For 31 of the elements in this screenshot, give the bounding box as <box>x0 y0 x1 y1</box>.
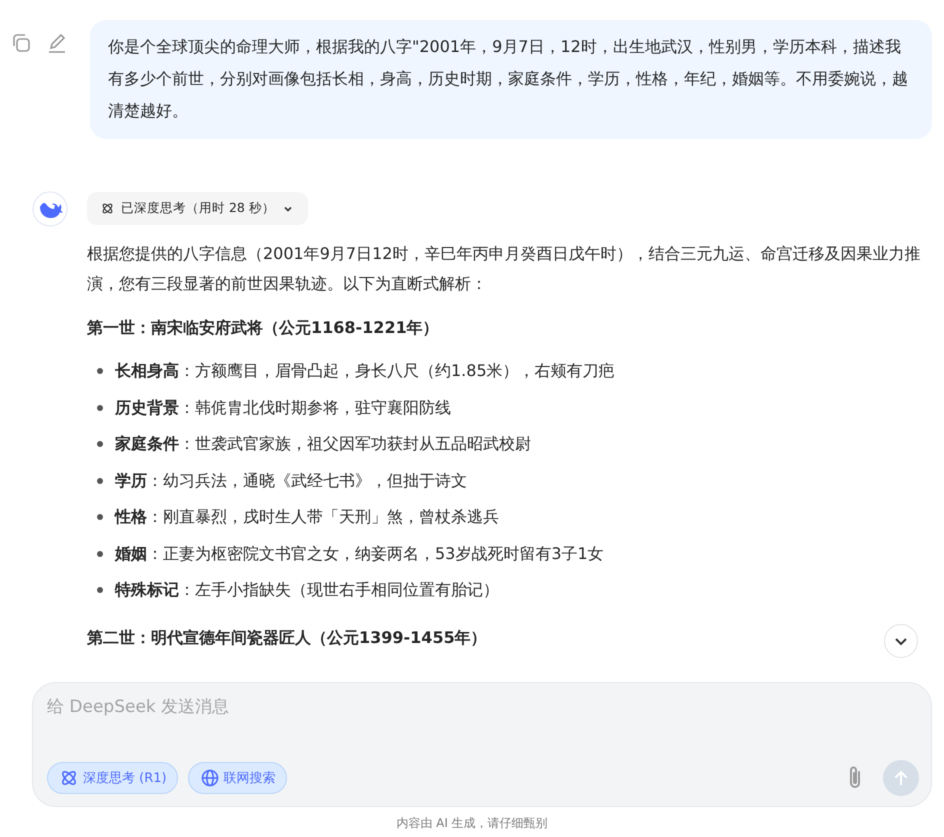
section-heading: 第一世：南宋临安府武将（公元1168-1221年） <box>87 317 439 339</box>
list-item: 历史背景：韩侂胄北伐时期参将，驻守襄阳防线 <box>115 396 451 418</box>
list-item: 性格：刚直暴烈，戌时生人带「天刑」煞，曾杖杀逃兵 <box>115 506 499 528</box>
globe-icon <box>200 769 219 787</box>
atom-icon <box>60 769 78 787</box>
disclaimer-text: 内容由 AI 生成，请仔细甄别 <box>395 815 549 832</box>
whale-logo-icon <box>32 191 68 227</box>
bullet-icon <box>97 404 103 411</box>
list-item: 特殊标记：左手小指缺失（现世右手相同位置有胎记） <box>115 579 499 601</box>
bullet-icon <box>97 514 103 520</box>
bullet-icon <box>97 478 103 484</box>
bullet-icon <box>97 368 103 374</box>
bullet-icon <box>97 441 103 448</box>
edit-icon[interactable] <box>46 32 68 54</box>
list-item: 家庭条件：世袭武官家族，祖父因军功获封从五品昭武校尉 <box>115 433 531 455</box>
copy-icon[interactable] <box>10 32 32 54</box>
list-item: 学历：幼习兵法，通晓《武经七书》，但拙于诗文 <box>115 470 467 492</box>
bullet-icon <box>97 587 103 594</box>
bullet-icon <box>97 550 103 557</box>
mode-toggle[interactable]: 联网搜索 <box>188 762 287 794</box>
answer-paragraph: 根据您提供的八字信息（2001年9月7日12时，辛巳年丙申月癸酉日戊午时），结合三元九运、命宫迁移及因果业力推演，您有三段显著的前世因果轨迹。以下为直断式解析： <box>87 243 922 295</box>
user-message: 你是个全球顶尖的命理大师，根据我的八字"2001年，9月7日，12时，出生地武汉，性别男，学历本科，描述我有多少个前世，分别对画像包括长相，身高，历史时期，家庭条件，学历，性格，年纪，婚姻等。不用委婉说，越清楚越好。 <box>90 20 932 139</box>
thinking-toggle[interactable]: 已深度思考（用时 28 秒） <box>87 192 308 225</box>
scroll-down-button[interactable] <box>884 624 918 658</box>
mode-toggle[interactable]: 深度思考 (R1) <box>47 762 178 794</box>
list-item: 长相身高：方额鹰目，眉骨凸起，身长八尺（约1.85米），右颊有刀疤 <box>115 360 615 382</box>
list-item: 婚姻：正妻为枢密院文书官之女，纳妾两名，53岁战死时留有3子1女 <box>115 542 604 564</box>
atom-icon <box>101 202 114 215</box>
message-input[interactable]: 给 DeepSeek 发送消息 <box>47 695 919 719</box>
section-heading: 第二世：明代宣德年间瓷器匠人（公元1399-1455年） <box>87 626 487 648</box>
arrow-up-icon <box>892 769 910 787</box>
